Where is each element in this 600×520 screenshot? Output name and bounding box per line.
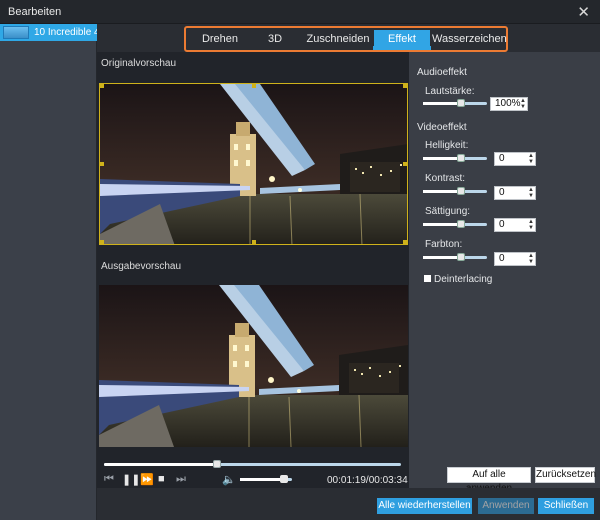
- window-title: Bearbeiten: [8, 6, 62, 18]
- volume-label: Lautstärke:: [425, 86, 475, 97]
- timecode: 00:01:19/00:03:34: [327, 475, 408, 486]
- slider-handle[interactable]: [457, 253, 465, 261]
- volume-slider[interactable]: [240, 475, 292, 483]
- slider-fill: [423, 157, 459, 160]
- video-thumbnail: [3, 26, 29, 39]
- saturation-spinbox[interactable]: 0 ▲ ▼: [494, 218, 536, 232]
- checkbox-box[interactable]: [424, 275, 431, 282]
- tower-bridge-image: [99, 285, 408, 447]
- close-icon[interactable]: ✕: [577, 3, 590, 21]
- spin-arrows-icon[interactable]: ▲ ▼: [528, 187, 534, 199]
- contrast-value: 0: [499, 187, 505, 198]
- seek-handle[interactable]: [212, 460, 221, 468]
- file-list-sidebar: 10 Incredible 4: [0, 24, 97, 520]
- effects-panel: [409, 52, 600, 488]
- slider-fill: [423, 190, 459, 193]
- saturation-label: Sättigung:: [425, 206, 471, 217]
- volume-handle[interactable]: [280, 475, 289, 483]
- contrast-spinbox[interactable]: 0 ▲ ▼: [494, 186, 536, 200]
- pause-icon[interactable]: ❚❚: [122, 473, 140, 486]
- output-preview-label: Ausgabevorschau: [101, 261, 182, 272]
- hue-value: 0: [499, 253, 505, 264]
- file-list-item-label: 10 Incredible 4: [34, 27, 97, 38]
- tab-drehen[interactable]: Drehen: [192, 30, 248, 48]
- tab-wasserzeichen[interactable]: Wasserzeichen: [432, 30, 507, 48]
- edit-tabs: Drehen 3D Zuschneiden Effekt Wasserzeich…: [184, 26, 508, 52]
- brightness-value: 0: [499, 153, 505, 164]
- brightness-slider[interactable]: [423, 154, 487, 162]
- tab-zuschneiden[interactable]: Zuschneiden: [302, 30, 374, 48]
- audio-volume-slider[interactable]: [423, 99, 487, 107]
- skip-back-icon[interactable]: ⏮: [104, 473, 114, 486]
- reset-button[interactable]: Zurücksetzen: [535, 467, 596, 483]
- crop-handle[interactable]: [252, 84, 256, 88]
- saturation-slider[interactable]: [423, 220, 487, 228]
- fast-forward-icon[interactable]: ⏩: [140, 473, 154, 486]
- audio-section-title: Audioeffekt: [417, 67, 467, 78]
- output-preview: [99, 285, 408, 447]
- apply-all-button[interactable]: Auf alle anwenden: [447, 467, 531, 494]
- slider-handle[interactable]: [457, 154, 465, 162]
- crop-handle[interactable]: [252, 240, 256, 244]
- slider-handle[interactable]: [457, 187, 465, 195]
- contrast-slider[interactable]: [423, 187, 487, 195]
- seek-bar[interactable]: [104, 460, 401, 468]
- crop-handle[interactable]: [100, 84, 104, 88]
- crop-handle[interactable]: [100, 162, 104, 166]
- hue-label: Farbton:: [425, 239, 463, 250]
- hue-slider[interactable]: [423, 253, 487, 261]
- contrast-label: Kontrast:: [425, 173, 466, 184]
- crop-handle[interactable]: [403, 162, 407, 166]
- close-button[interactable]: Schließen: [538, 498, 594, 514]
- active-tab-indicator: [373, 46, 431, 50]
- apply-button[interactable]: Anwenden: [478, 498, 534, 514]
- speaker-icon[interactable]: 🔈: [222, 473, 236, 486]
- video-section-title: Videoeffekt: [417, 122, 467, 133]
- spin-arrows-icon[interactable]: ▲ ▼: [528, 219, 534, 231]
- crop-handle[interactable]: [100, 240, 104, 244]
- crop-handle[interactable]: [403, 84, 407, 88]
- hue-spinbox[interactable]: 0 ▲ ▼: [494, 252, 536, 266]
- saturation-value: 0: [499, 219, 505, 230]
- file-list-item[interactable]: 10 Incredible 4: [0, 24, 97, 41]
- tab-3d[interactable]: 3D: [248, 30, 302, 48]
- audio-volume-value: 100%: [495, 98, 521, 109]
- slider-fill: [423, 256, 459, 259]
- stop-icon[interactable]: ■: [158, 473, 165, 485]
- original-preview[interactable]: [99, 83, 408, 245]
- slider-fill: [423, 102, 459, 105]
- tower-bridge-image: [100, 84, 407, 244]
- slider-handle[interactable]: [457, 99, 465, 107]
- seek-progress: [104, 463, 217, 466]
- title-bar: Bearbeiten ✕: [0, 0, 600, 24]
- spin-arrows-icon[interactable]: ▲ ▼: [528, 253, 534, 265]
- original-preview-label: Originalvorschau: [101, 58, 177, 69]
- skip-forward-icon[interactable]: ⏭: [176, 473, 186, 486]
- slider-handle[interactable]: [457, 220, 465, 228]
- brightness-label: Helligkeit:: [425, 140, 469, 151]
- slider-fill: [423, 223, 459, 226]
- brightness-spinbox[interactable]: 0 ▲ ▼: [494, 152, 536, 166]
- deinterlacing-label: Deinterlacing: [434, 274, 493, 285]
- crop-handle[interactable]: [403, 240, 407, 244]
- spin-arrows-icon[interactable]: ▲ ▼: [528, 153, 534, 165]
- deinterlacing-checkbox[interactable]: Deinterlacing: [424, 274, 492, 285]
- audio-volume-spinbox[interactable]: 100% ▲ ▼: [490, 97, 528, 111]
- volume-level: [240, 478, 285, 481]
- restore-all-button[interactable]: Alle wiederherstellen: [377, 498, 472, 514]
- spin-arrows-icon[interactable]: ▲ ▼: [520, 98, 526, 110]
